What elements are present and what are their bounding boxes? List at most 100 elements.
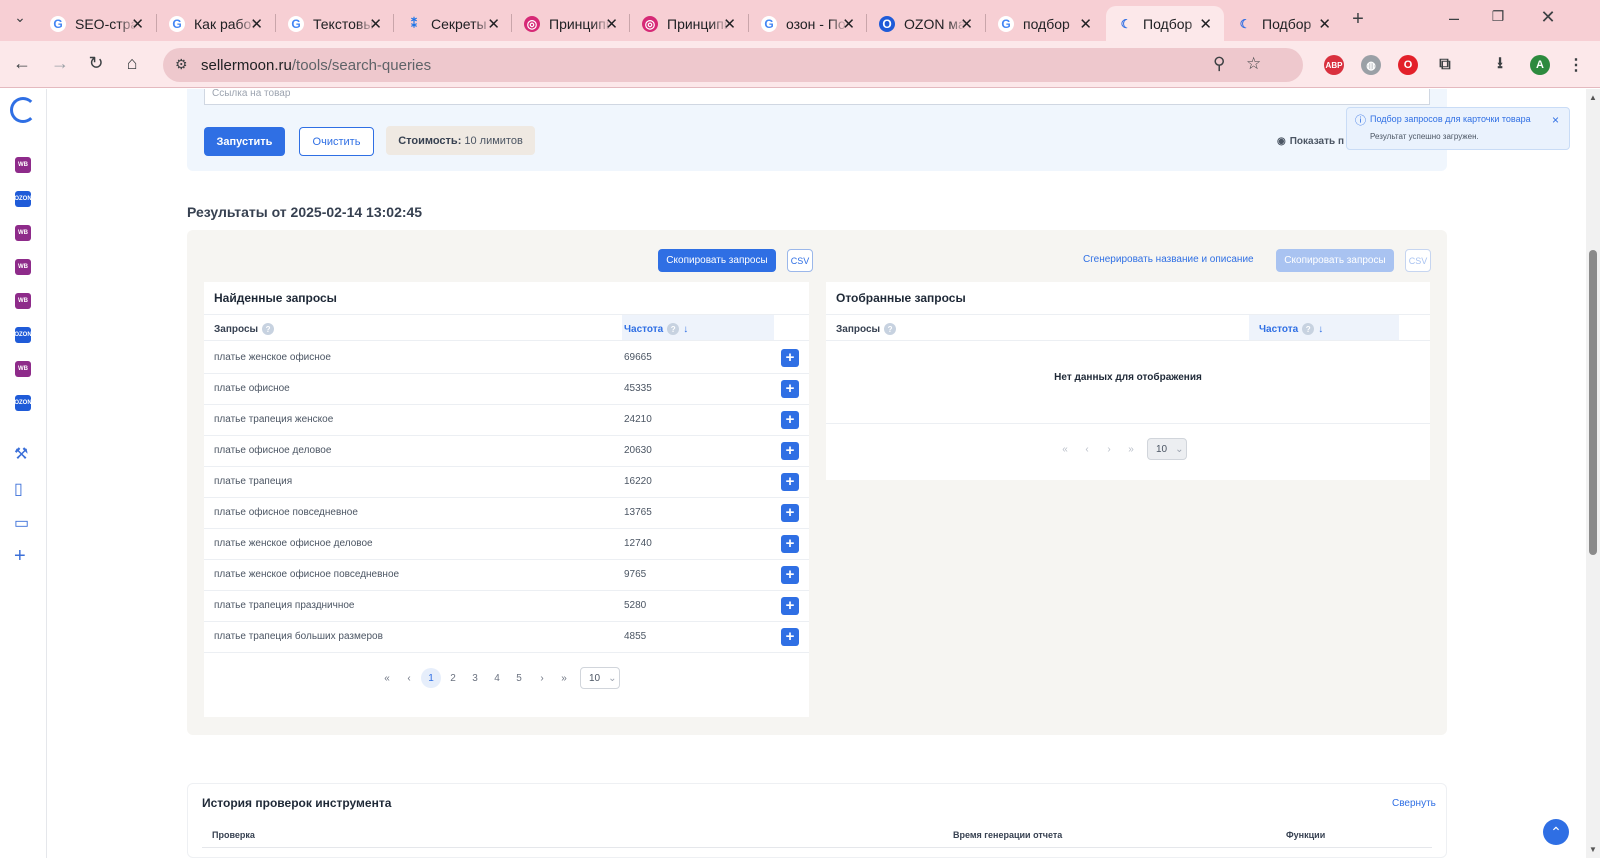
browser-tab[interactable]: G Как работать✕ bbox=[157, 6, 275, 41]
add-query-button[interactable]: + bbox=[781, 411, 799, 429]
add-query-button[interactable]: + bbox=[781, 442, 799, 460]
help-icon[interactable]: ? bbox=[262, 323, 275, 335]
browser-tab[interactable]: G SEO-страница✕ bbox=[38, 6, 156, 41]
tab-search-chevron-icon[interactable]: ⌄ bbox=[8, 9, 32, 26]
ozon-icon[interactable]: OZON bbox=[14, 395, 32, 411]
menu-icon[interactable]: ⋮ bbox=[1566, 55, 1586, 75]
tab-close-icon[interactable]: ✕ bbox=[605, 15, 618, 33]
sellermoon-logo-icon[interactable] bbox=[10, 97, 36, 123]
page-size-select[interactable]: 10 ⌄ bbox=[1147, 438, 1187, 460]
sort-desc-icon[interactable]: ↓ bbox=[683, 324, 688, 335]
add-query-button[interactable]: + bbox=[781, 349, 799, 367]
wildberries-icon[interactable]: WB bbox=[15, 293, 31, 309]
tab-close-icon[interactable]: ✕ bbox=[250, 15, 263, 33]
site-info-icon[interactable]: ⚙ bbox=[175, 56, 188, 73]
toast-close-icon[interactable]: × bbox=[1552, 113, 1559, 127]
new-tab-button[interactable]: + bbox=[1346, 8, 1370, 31]
document-icon[interactable]: ▯ bbox=[14, 479, 23, 499]
reload-icon[interactable]: ↻ bbox=[84, 53, 108, 74]
clear-button[interactable]: Очистить bbox=[299, 127, 374, 156]
page-number[interactable]: 1 bbox=[421, 668, 441, 688]
globe-icon[interactable]: ◍ bbox=[1361, 55, 1381, 75]
opera-icon[interactable]: O bbox=[1398, 55, 1418, 75]
restore-icon[interactable]: ❐ bbox=[1486, 8, 1510, 25]
profile-avatar[interactable]: A bbox=[1530, 55, 1550, 75]
tab-close-icon[interactable]: ✕ bbox=[1199, 15, 1212, 33]
add-query-button[interactable]: + bbox=[781, 504, 799, 522]
address-bar[interactable]: ⚙ sellermoon.ru/tools/search-queries ⚲ ☆ bbox=[163, 48, 1303, 82]
wildberries-icon[interactable]: WB bbox=[15, 361, 31, 377]
browser-tab[interactable]: Gподбор ✕ bbox=[986, 6, 1104, 41]
page-number[interactable]: 5 bbox=[509, 668, 529, 688]
help-icon[interactable]: ? bbox=[667, 323, 680, 335]
first-page-icon[interactable]: « bbox=[377, 668, 397, 688]
browser-tab[interactable]: ☾ Подбор ✕ bbox=[1106, 6, 1224, 41]
add-query-button[interactable]: + bbox=[781, 380, 799, 398]
prev-page-icon[interactable]: ‹ bbox=[1077, 439, 1097, 459]
page-number[interactable]: 4 bbox=[487, 668, 507, 688]
tab-close-icon[interactable]: ✕ bbox=[1079, 15, 1092, 33]
add-query-button[interactable]: + bbox=[781, 628, 799, 646]
plus-icon[interactable]: + bbox=[14, 545, 26, 568]
tab-close-icon[interactable]: ✕ bbox=[369, 15, 382, 33]
page-number[interactable]: 2 bbox=[443, 668, 463, 688]
browser-tab[interactable]: ◎ Принципы ✕ bbox=[512, 6, 630, 41]
ticket-icon[interactable]: ▭ bbox=[14, 513, 29, 533]
freq-column-header[interactable]: Частота? ↓ bbox=[624, 323, 688, 335]
browser-tab[interactable]: ☾ Подбор ✕ bbox=[1225, 6, 1343, 41]
last-page-icon[interactable]: » bbox=[1121, 439, 1141, 459]
add-query-button[interactable]: + bbox=[781, 566, 799, 584]
collapse-link[interactable]: Свернуть bbox=[1392, 798, 1436, 809]
add-query-button[interactable]: + bbox=[781, 535, 799, 553]
show-toggle[interactable]: ◉ Показать п bbox=[1277, 136, 1344, 147]
page-number[interactable]: 3 bbox=[465, 668, 485, 688]
product-link-input[interactable]: Ссылка на товар bbox=[204, 89, 1430, 105]
browser-tab[interactable]: ◎ Принципы ✕ bbox=[630, 6, 748, 41]
download-icon[interactable]: ⭳ bbox=[1490, 55, 1510, 75]
close-window-icon[interactable]: ✕ bbox=[1536, 7, 1560, 28]
adblock-icon[interactable]: ABP bbox=[1324, 55, 1344, 75]
zoom-icon[interactable]: ⚲ bbox=[1213, 54, 1225, 74]
browser-tab[interactable]: Gозон - Поиск✕ bbox=[749, 6, 867, 41]
wildberries-icon[interactable]: WB bbox=[15, 259, 31, 275]
tab-close-icon[interactable]: ✕ bbox=[842, 15, 855, 33]
add-query-button[interactable]: + bbox=[781, 473, 799, 491]
browser-tab[interactable]: ⁑ Секреты ✕ bbox=[394, 6, 512, 41]
ozon-icon[interactable]: OZON bbox=[14, 327, 32, 343]
tab-close-icon[interactable]: ✕ bbox=[131, 15, 144, 33]
sort-desc-icon[interactable]: ↓ bbox=[1318, 324, 1323, 335]
page-size-select[interactable]: 10 ⌄ bbox=[580, 667, 620, 689]
minimize-icon[interactable]: – bbox=[1442, 8, 1466, 29]
browser-tab[interactable]: O OZON маркетплейс✕ bbox=[867, 6, 985, 41]
ozon-icon[interactable]: OZON bbox=[14, 191, 32, 207]
extensions-icon[interactable]: ⧉ bbox=[1435, 55, 1455, 75]
tab-close-icon[interactable]: ✕ bbox=[960, 15, 973, 33]
first-page-icon[interactable]: « bbox=[1055, 439, 1075, 459]
wildberries-icon[interactable]: WB bbox=[15, 225, 31, 241]
generate-title-link[interactable]: Сгенерировать название и описание bbox=[1083, 254, 1254, 265]
copy-selected-button[interactable]: Скопировать запросы bbox=[1276, 249, 1394, 272]
scroll-up-icon[interactable]: ▲ bbox=[1589, 93, 1597, 102]
forward-icon[interactable]: → bbox=[48, 53, 72, 74]
scrollbar-thumb[interactable] bbox=[1589, 250, 1597, 555]
tab-close-icon[interactable]: ✕ bbox=[1318, 15, 1331, 33]
home-icon[interactable]: ⌂ bbox=[120, 53, 144, 74]
add-query-button[interactable]: + bbox=[781, 597, 799, 615]
tab-close-icon[interactable]: ✕ bbox=[723, 15, 736, 33]
next-page-icon[interactable]: › bbox=[532, 668, 552, 688]
last-page-icon[interactable]: » bbox=[554, 668, 574, 688]
freq-column-header[interactable]: Частота? ↓ bbox=[1259, 323, 1323, 335]
wildberries-icon[interactable]: WB bbox=[15, 157, 31, 173]
prev-page-icon[interactable]: ‹ bbox=[399, 668, 419, 688]
back-to-top-button[interactable]: ⌃ bbox=[1543, 819, 1569, 845]
run-button[interactable]: Запустить bbox=[204, 127, 285, 156]
next-page-icon[interactable]: › bbox=[1099, 439, 1119, 459]
csv-selected-button[interactable]: CSV bbox=[1405, 249, 1431, 272]
browser-tab[interactable]: G Текстовые ✕ bbox=[276, 6, 394, 41]
csv-found-button[interactable]: CSV bbox=[787, 249, 813, 272]
back-icon[interactable]: ← bbox=[10, 53, 34, 74]
scroll-down-icon[interactable]: ▼ bbox=[1589, 845, 1597, 854]
help-icon[interactable]: ? bbox=[884, 323, 897, 335]
tab-close-icon[interactable]: ✕ bbox=[487, 15, 500, 33]
help-icon[interactable]: ? bbox=[1302, 323, 1315, 335]
